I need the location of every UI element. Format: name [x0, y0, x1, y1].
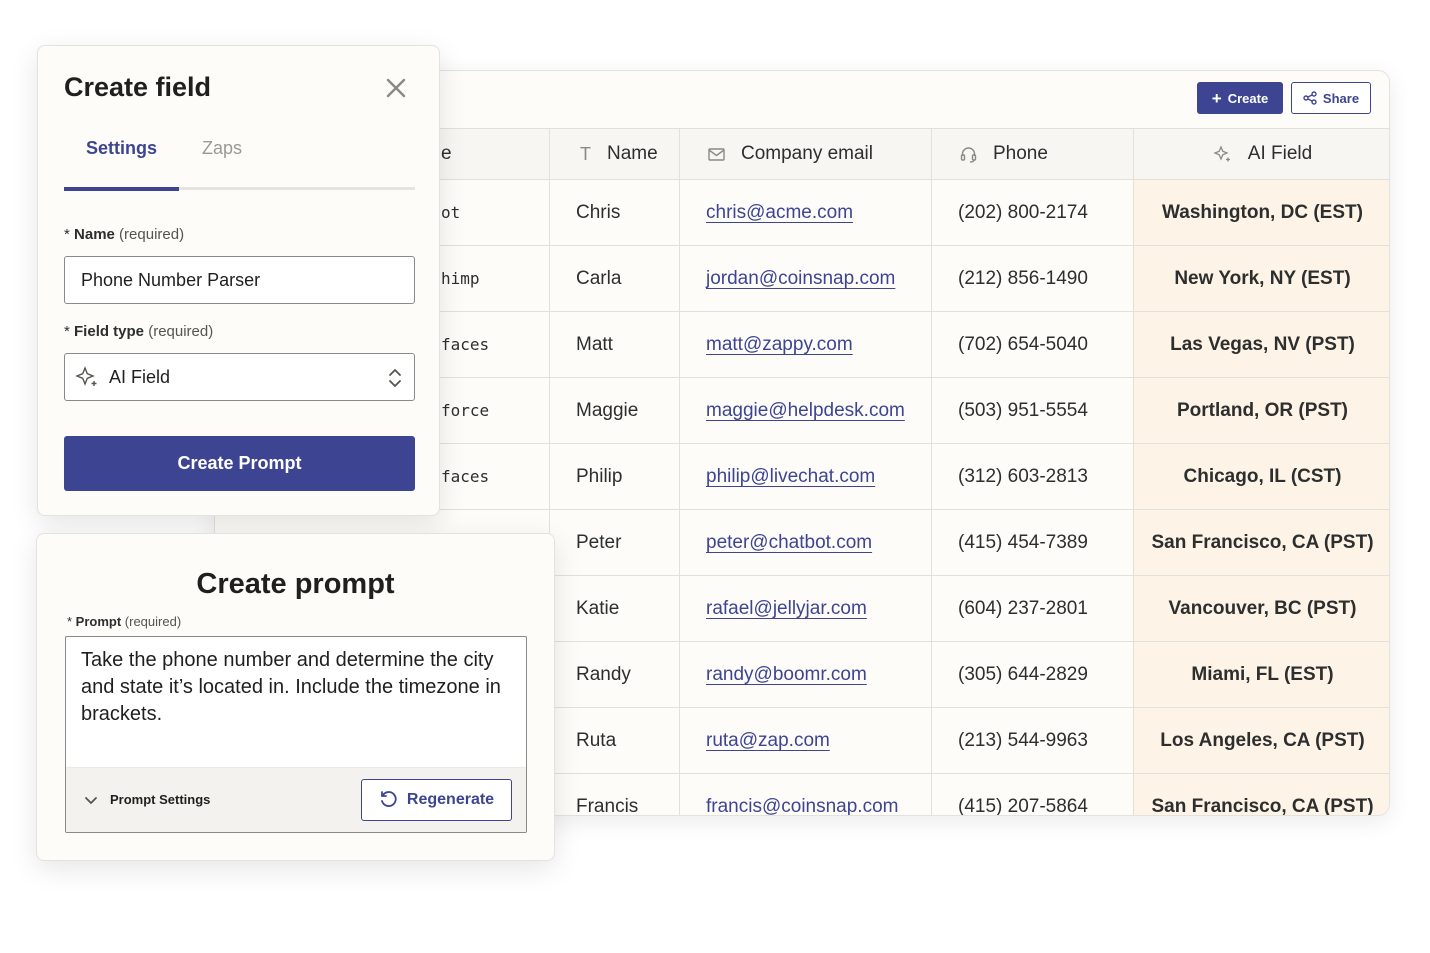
name-cell: Philip	[550, 444, 680, 509]
tab-zaps[interactable]: Zaps	[202, 138, 242, 159]
chevron-updown-icon	[388, 367, 402, 389]
prompt-textarea[interactable]: Take the phone number and determine the …	[65, 636, 527, 833]
prompt-footer: Prompt Settings Regenerate	[66, 767, 526, 832]
sparkle-icon	[75, 365, 99, 389]
email-link[interactable]: philip@livechat.com	[680, 444, 932, 509]
phone-cell: (604) 237-2801	[932, 576, 1134, 641]
phone-cell: (415) 207-5864	[932, 774, 1134, 815]
column-header-name-label: Name	[607, 143, 658, 164]
column-header-phone[interactable]: Phone	[932, 129, 1134, 179]
prompt-required-text: (required)	[124, 614, 182, 629]
column-header-email-label: Company email	[741, 143, 873, 164]
plus-icon: +	[1211, 88, 1222, 108]
phone-cell: (503) 951-5554	[932, 378, 1134, 443]
field-type-value: AI Field	[109, 366, 171, 387]
field-type-required-text: (required)	[148, 323, 214, 340]
name-cell: Ruta	[550, 708, 680, 773]
phone-cell: (312) 603-2813	[932, 444, 1134, 509]
share-button[interactable]: Share	[1291, 82, 1371, 114]
headset-icon	[960, 146, 977, 163]
name-cell: Chris	[550, 180, 680, 245]
create-field-panel: Create field Settings Zaps * Name (requi…	[37, 45, 440, 516]
name-cell: Matt	[550, 312, 680, 377]
field-type-label-text: Field type	[74, 323, 145, 340]
ai-field-cell: New York, NY (EST)	[1134, 246, 1389, 311]
phone-cell: (212) 856-1490	[932, 246, 1134, 311]
column-header-phone-label: Phone	[993, 143, 1048, 164]
name-cell: Katie	[550, 576, 680, 641]
ai-field-cell: Los Angeles, CA (PST)	[1134, 708, 1389, 773]
phone-cell: (702) 654-5040	[932, 312, 1134, 377]
column-header-name[interactable]: T Name	[550, 129, 680, 179]
name-cell: Carla	[550, 246, 680, 311]
ai-field-cell: Las Vegas, NV (PST)	[1134, 312, 1389, 377]
create-button[interactable]: + Create	[1197, 82, 1283, 114]
field-type-select[interactable]: AI Field	[64, 353, 415, 401]
ai-field-cell: Miami, FL (EST)	[1134, 642, 1389, 707]
create-prompt-panel: Create prompt * Prompt (required) Take t…	[36, 533, 555, 861]
regenerate-button[interactable]: Regenerate	[361, 779, 512, 821]
create-field-title: Create field	[64, 72, 212, 102]
column-header-app-label: e	[441, 143, 452, 164]
prompt-label: * Prompt (required)	[67, 614, 182, 629]
field-type-label: * Field type (required)	[64, 323, 214, 340]
ai-field-cell: Washington, DC (EST)	[1134, 180, 1389, 245]
column-header-email[interactable]: Company email	[680, 129, 932, 179]
share-button-label: Share	[1322, 90, 1360, 106]
tab-active-indicator	[64, 187, 179, 191]
prompt-label-text: Prompt	[75, 614, 122, 629]
refresh-icon	[379, 790, 399, 810]
email-link[interactable]: francis@coinsnap.com	[680, 774, 932, 815]
name-label: * Name (required)	[64, 226, 185, 243]
regenerate-label: Regenerate	[406, 791, 495, 808]
phone-cell: (213) 544-9963	[932, 708, 1134, 773]
name-field[interactable]: Phone Number Parser	[64, 256, 415, 304]
phone-cell: (415) 454-7389	[932, 510, 1134, 575]
tab-settings[interactable]: Settings	[86, 138, 157, 159]
prompt-text: Take the phone number and determine the …	[81, 649, 501, 725]
ai-field-cell: Vancouver, BC (PST)	[1134, 576, 1389, 641]
email-link[interactable]: maggie@helpdesk.com	[680, 378, 932, 443]
email-link[interactable]: peter@chatbot.com	[680, 510, 932, 575]
chevron-down-icon	[84, 795, 98, 805]
phone-cell: (202) 800-2174	[932, 180, 1134, 245]
mail-icon	[708, 147, 725, 161]
sparkle-icon	[1213, 144, 1232, 164]
prompt-settings-toggle[interactable]: Prompt Settings	[84, 792, 210, 807]
ai-field-cell: San Francisco, CA (PST)	[1134, 774, 1389, 815]
name-cell: Peter	[550, 510, 680, 575]
email-link[interactable]: matt@zappy.com	[680, 312, 932, 377]
create-prompt-button[interactable]: Create Prompt	[64, 436, 415, 491]
prompt-settings-label: Prompt Settings	[110, 792, 211, 807]
share-icon	[1303, 91, 1317, 105]
create-prompt-title: Create prompt	[196, 568, 395, 600]
email-link[interactable]: ruta@zap.com	[680, 708, 932, 773]
column-header-ai-field-label: AI Field	[1247, 143, 1313, 164]
name-cell: Maggie	[550, 378, 680, 443]
name-cell: Randy	[550, 642, 680, 707]
close-icon[interactable]	[384, 76, 408, 100]
create-button-label: Create	[1227, 90, 1269, 106]
ai-field-cell: San Francisco, CA (PST)	[1134, 510, 1389, 575]
email-link[interactable]: rafael@jellyjar.com	[680, 576, 932, 641]
text-type-icon: T	[580, 143, 591, 164]
name-field-value: Phone Number Parser	[81, 269, 261, 290]
phone-cell: (305) 644-2829	[932, 642, 1134, 707]
email-link[interactable]: chris@acme.com	[680, 180, 932, 245]
name-label-text: Name	[74, 226, 115, 243]
name-cell: Francis	[550, 774, 680, 815]
column-header-ai-field[interactable]: AI Field	[1134, 129, 1389, 179]
ai-field-cell: Portland, OR (PST)	[1134, 378, 1389, 443]
ai-field-cell: Chicago, IL (CST)	[1134, 444, 1389, 509]
email-link[interactable]: randy@boomr.com	[680, 642, 932, 707]
email-link[interactable]: jordan@coinsnap.com	[680, 246, 932, 311]
name-required-text: (required)	[119, 226, 185, 243]
